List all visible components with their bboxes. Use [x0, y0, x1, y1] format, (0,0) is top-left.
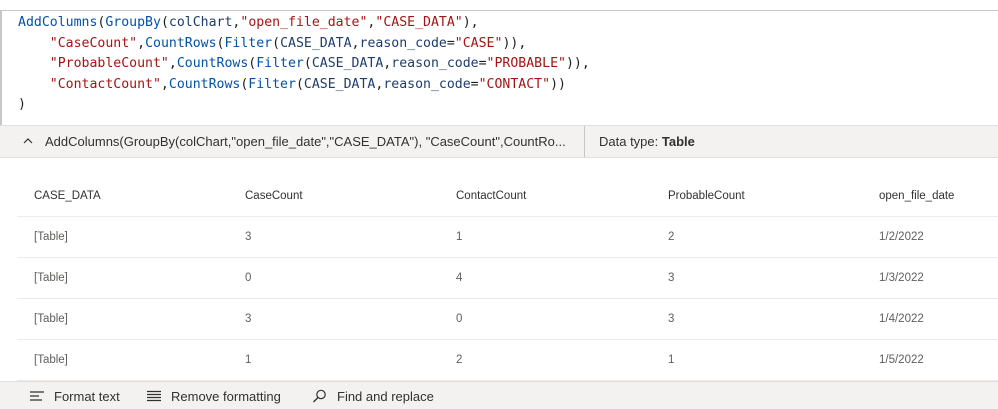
code-token: "PROBABLE": [486, 56, 566, 72]
code-line: "ProbableCount",CountRows(Filter(CASE_DA…: [18, 54, 590, 75]
code-token: )),: [565, 56, 590, 72]
code-token: AddColumns: [18, 15, 98, 30]
format-text-icon: [30, 391, 44, 401]
result-header: AddColumns(GroupBy(colChart,"open_file_d…: [0, 125, 998, 158]
find-replace-button[interactable]: Find and replace: [312, 382, 434, 409]
code-line: "ContactCount",CountRows(Filter(CASE_DAT…: [18, 75, 590, 96]
chevron-up-icon[interactable]: [22, 135, 34, 147]
code-token: Filter: [248, 76, 296, 92]
code-line: AddColumns(GroupBy(colChart,"open_file_d…: [18, 13, 590, 34]
header-divider: [584, 126, 585, 157]
table-cell: 2: [456, 354, 463, 366]
column-header[interactable]: CaseCount: [245, 176, 303, 217]
code-token: "CONTACT": [478, 76, 551, 92]
code-token: "ContactCount": [49, 76, 161, 92]
code-token: ): [18, 97, 26, 113]
data-type-label: Data type: Table: [599, 134, 695, 149]
code-token: CASE_DATA: [303, 76, 376, 92]
code-token: CountRows: [176, 56, 249, 72]
find-replace-label: Find and replace: [337, 388, 434, 404]
code-line: "CaseCount",CountRows(Filter(CASE_DATA,r…: [18, 34, 590, 55]
code-token: (: [303, 56, 312, 72]
column-header[interactable]: open_file_date: [879, 176, 954, 217]
format-text-label: Format text: [54, 388, 120, 404]
table-header-row: CASE_DATA CaseCount ContactCount Probabl…: [17, 176, 998, 217]
code-token: (: [272, 35, 281, 51]
code-token: =: [478, 56, 487, 72]
table-cell[interactable]: [Table]: [34, 217, 68, 258]
code-token: GroupBy: [105, 15, 161, 30]
code-token: reason_code: [383, 76, 471, 92]
table-cell: 2: [668, 231, 675, 243]
table-cell: 1: [668, 354, 675, 366]
table-cell: 1/2/2022: [879, 231, 924, 243]
result-table: CASE_DATA CaseCount ContactCount Probabl…: [0, 158, 998, 381]
code-token: =: [470, 76, 479, 92]
code-token: Filter: [224, 35, 273, 51]
formula-toolbar: Format text Remove formatting Find and r…: [0, 381, 998, 409]
table-row: [Table] 1 2 1 1/5/2022: [17, 340, 998, 381]
table-cell[interactable]: [Table]: [34, 258, 68, 299]
table-cell: 3: [245, 231, 252, 243]
table-cell: 4: [456, 272, 463, 284]
code-token: ,: [160, 76, 169, 92]
table-cell[interactable]: [Table]: [34, 340, 68, 381]
remove-formatting-label: Remove formatting: [171, 388, 281, 404]
table-cell: 1/3/2022: [879, 272, 924, 284]
code-token: "CASE_DATA": [375, 15, 463, 30]
table-cell: 0: [456, 313, 463, 325]
table-row: [Table] 3 1 2 1/2/2022: [17, 217, 998, 258]
code-token: )): [550, 76, 566, 92]
table-cell: 1: [456, 231, 463, 243]
remove-formatting-icon: [147, 390, 161, 402]
code-token: "open_file_date": [240, 15, 368, 30]
table-cell: 3: [245, 313, 252, 325]
code-token: "CASE": [454, 35, 503, 51]
code-token: "CaseCount": [49, 35, 138, 51]
code-token: CASE_DATA: [280, 35, 352, 51]
top-border: [0, 0, 998, 11]
format-text-button[interactable]: Format text: [29, 382, 120, 409]
table-cell[interactable]: [Table]: [34, 299, 68, 340]
code-token: ,: [351, 35, 360, 51]
code-token: =: [446, 35, 455, 51]
result-grid: CASE_DATA CaseCount ContactCount Probabl…: [17, 176, 998, 381]
code-token: (: [295, 76, 304, 92]
table-cell: 1/4/2022: [879, 313, 924, 325]
code-token: reason_code: [359, 35, 447, 51]
code-token: ),: [462, 15, 479, 30]
table-cell: 3: [668, 313, 675, 325]
code-token: (: [160, 15, 169, 30]
search-icon: [313, 389, 326, 403]
column-header[interactable]: CASE_DATA: [34, 176, 101, 217]
code-token: colChart: [168, 15, 233, 30]
remove-formatting-button[interactable]: Remove formatting: [146, 382, 281, 409]
code-token: Filter: [256, 56, 304, 72]
code-token: CASE_DATA: [311, 56, 384, 72]
formula-editor[interactable]: AddColumns(GroupBy(colChart,"open_file_d…: [0, 11, 998, 125]
table-cell: 3: [668, 272, 675, 284]
code-token: "ProbableCount": [49, 56, 169, 72]
data-type-value: Table: [661, 134, 695, 149]
code-token: )),: [502, 35, 527, 51]
table-cell: 1: [245, 354, 252, 366]
table-row: [Table] 3 0 3 1/4/2022: [17, 299, 998, 340]
code-token: reason_code: [391, 56, 479, 72]
column-header[interactable]: ProbableCount: [668, 176, 745, 217]
code-token: CountRows: [145, 35, 217, 51]
table-cell: 1/5/2022: [879, 354, 924, 366]
formula-code[interactable]: AddColumns(GroupBy(colChart,"open_file_d…: [18, 13, 590, 116]
table-cell: 0: [245, 272, 252, 284]
code-token: ,: [137, 35, 146, 51]
formula-preview[interactable]: AddColumns(GroupBy(colChart,"open_file_d…: [45, 134, 566, 149]
code-token: ,: [168, 56, 177, 72]
column-header[interactable]: ContactCount: [456, 176, 526, 217]
code-token: CountRows: [168, 76, 241, 92]
table-row: [Table] 0 4 3 1/3/2022: [17, 258, 998, 299]
code-line: ): [18, 95, 590, 116]
